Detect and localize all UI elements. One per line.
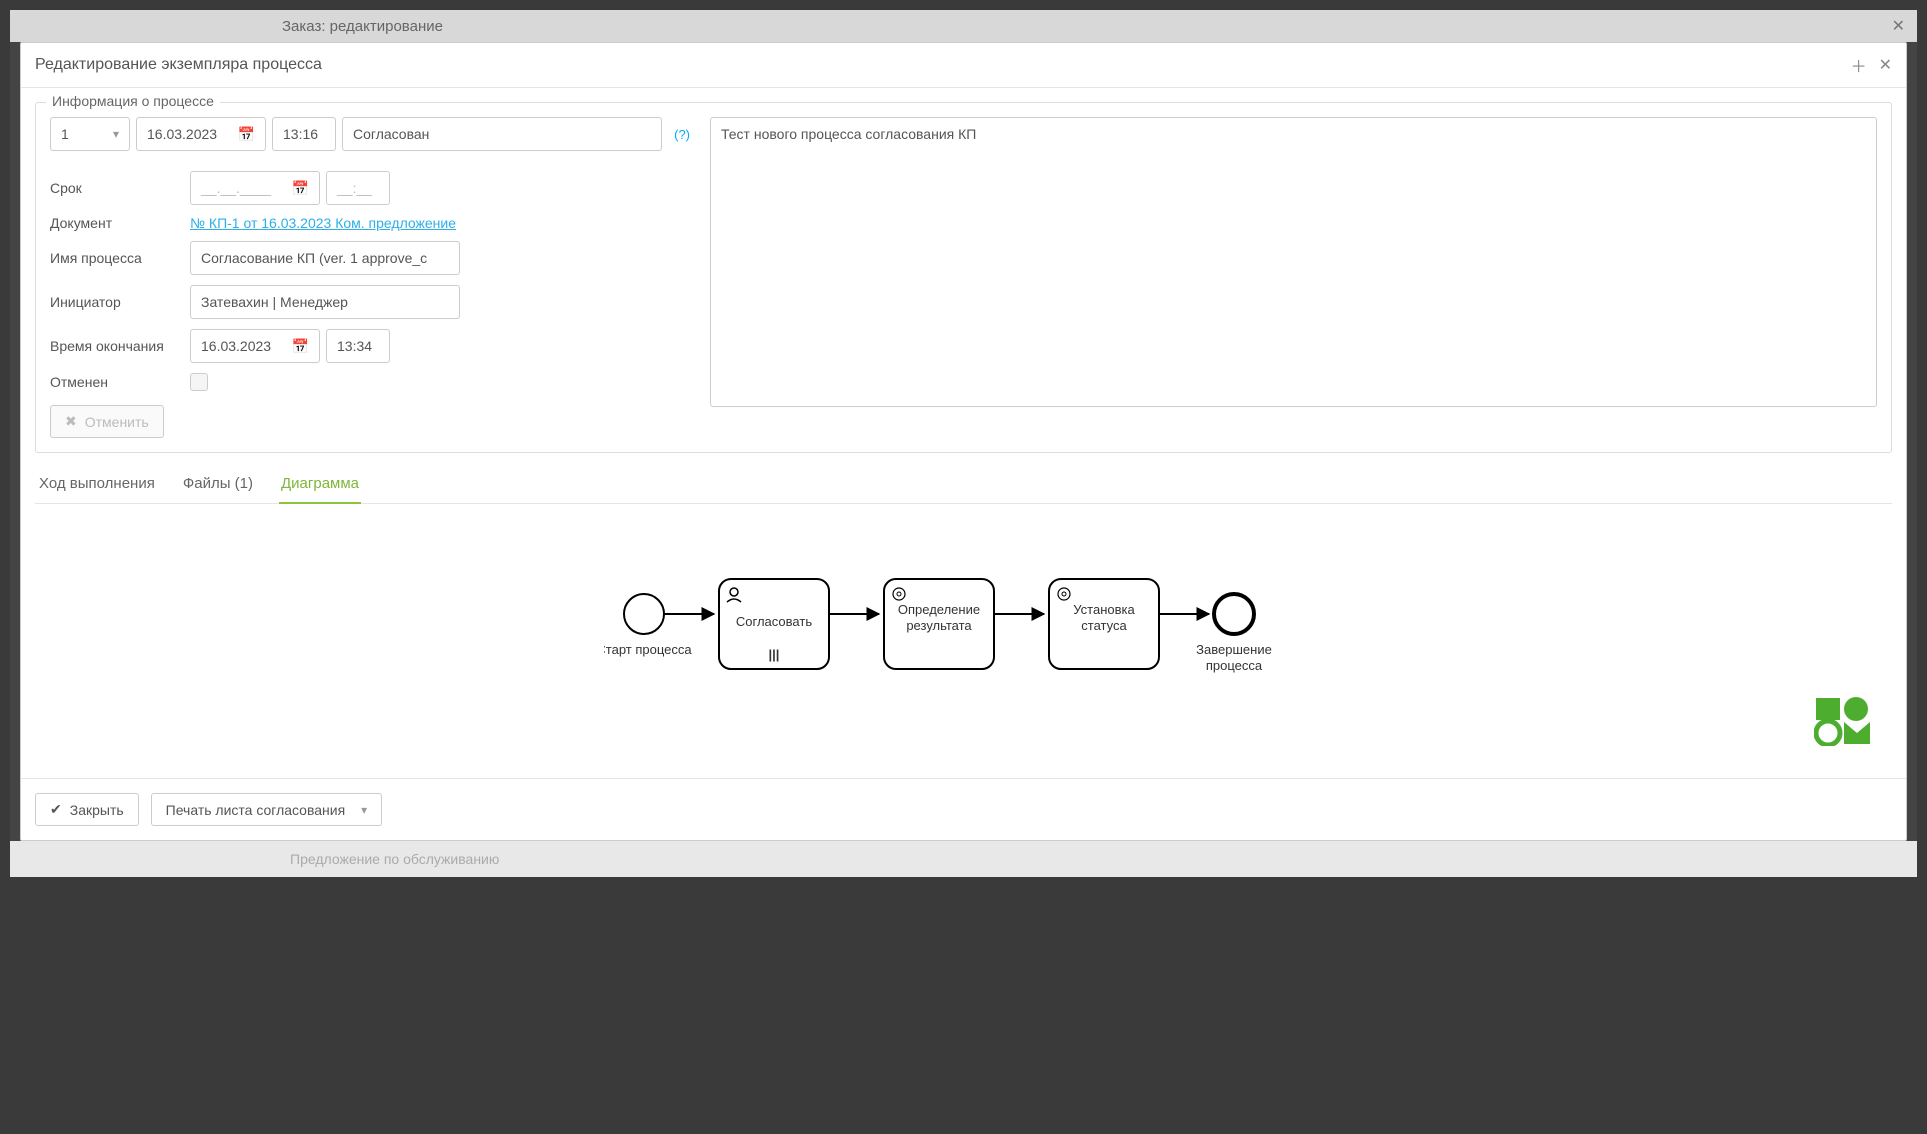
start-event[interactable] [624,594,664,634]
deadline-date-input[interactable]: __.__.____ 📅 [190,171,320,205]
deadline-label: Срок [50,180,190,196]
cancel-button-label: Отменить [85,414,149,430]
diagram-area: Старт процесса Согласовать ||| Определен… [35,504,1892,764]
start-date-value: 16.03.2023 [147,126,217,142]
end-time-input[interactable]: 13:34 [326,329,390,363]
check-icon: ✔ [50,801,62,818]
close-icon[interactable]: ✕ [1879,55,1892,75]
calendar-icon: 📅 [238,126,255,143]
chevron-down-icon: ▾ [361,803,367,817]
number-value: 1 [61,126,69,142]
bpmn-diagram: Старт процесса Согласовать ||| Определен… [604,554,1324,714]
close-button[interactable]: ✔ Закрыть [35,793,139,826]
background-bottom-text: Предложение по обслуживанию [290,851,499,867]
print-approval-sheet-button[interactable]: Печать листа согласования ▾ [151,793,383,826]
process-name-label: Имя процесса [50,250,190,266]
deadline-date-placeholder: __.__.____ [201,180,271,196]
x-icon: ✖ [65,413,77,430]
comment-textarea[interactable]: Тест нового процесса согласования КП [710,117,1877,407]
status-value: Согласован [353,126,429,142]
deadline-time-input[interactable]: __:__ [326,171,390,205]
start-time-value: 13:16 [283,126,318,142]
calendar-icon: 📅 [292,180,309,197]
tab-diagram[interactable]: Диаграмма [279,467,361,504]
status-input[interactable]: Согласован [342,117,662,151]
background-bottom-bar: Предложение по обслуживанию [10,841,1917,877]
process-info-fieldset: Информация о процессе 1 ▾ 16.03.2023 [35,102,1892,453]
end-event[interactable] [1214,594,1254,634]
start-date-input[interactable]: 16.03.2023 📅 [136,117,266,151]
cancelled-label: Отменен [50,374,190,390]
number-dropdown[interactable]: 1 ▾ [50,117,130,151]
process-edit-modal: Редактирование экземпляра процесса ＋ ✕ И… [20,42,1907,841]
task2-label: Определение результата [886,602,992,633]
svg-text:|||: ||| [768,647,779,662]
chevron-down-icon: ▾ [113,127,119,141]
cancelled-checkbox[interactable] [190,373,208,391]
deadline-time-placeholder: __:__ [337,180,372,196]
task3-label: Установка статуса [1051,602,1157,633]
process-name-input[interactable] [190,241,460,275]
calendar-icon: 📅 [292,338,309,355]
close-button-label: Закрыть [70,802,124,818]
document-label: Документ [50,215,190,231]
modal-footer: ✔ Закрыть Печать листа согласования ▾ [21,778,1906,840]
initiator-label: Инициатор [50,294,190,310]
background-window-title: Заказ: редактирование ✕ [10,10,1917,42]
add-icon[interactable]: ＋ [1851,53,1867,77]
start-label: Старт процесса [604,642,692,657]
help-link[interactable]: (?) [674,127,690,142]
close-icon[interactable]: ✕ [1892,16,1905,36]
cancel-button[interactable]: ✖ Отменить [50,405,164,438]
document-link[interactable]: № КП-1 от 16.03.2023 Ком. предложение [190,215,690,231]
bpmn-logo-icon [1814,696,1874,746]
start-time-input[interactable]: 13:16 [272,117,336,151]
tab-progress[interactable]: Ход выполнения [37,467,157,504]
tabs: Ход выполнения Файлы (1) Диаграмма [35,467,1892,504]
end-date-value: 16.03.2023 [201,338,271,354]
modal-title: Редактирование экземпляра процесса [35,56,322,74]
back-window-title-text: Заказ: редактирование [282,18,443,35]
end-time-value: 13:34 [337,338,372,354]
task1-label: Согласовать [735,614,811,629]
initiator-input[interactable] [190,285,460,319]
end-time-label: Время окончания [50,338,190,354]
tab-files[interactable]: Файлы (1) [181,467,255,504]
fieldset-legend: Информация о процессе [46,93,220,109]
modal-header: Редактирование экземпляра процесса ＋ ✕ [21,43,1906,88]
end-label: Завершение процесса [1189,642,1279,673]
end-date-input[interactable]: 16.03.2023 📅 [190,329,320,363]
print-button-label: Печать листа согласования [166,802,346,818]
